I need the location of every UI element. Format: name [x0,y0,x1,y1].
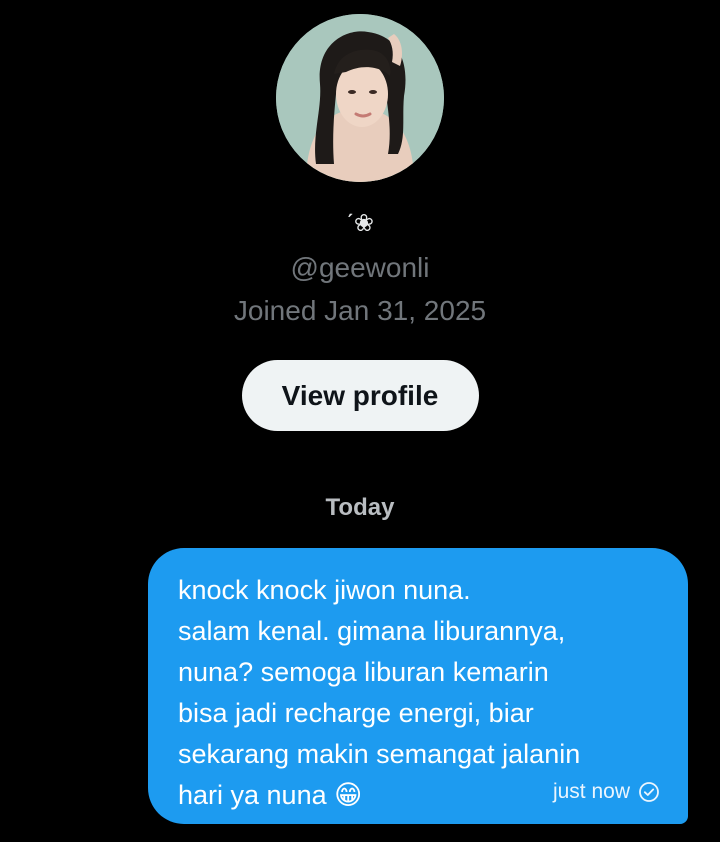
display-name: ˊ❀ [346,208,374,238]
message-bubble[interactable]: knock knock jiwon nuna. salam kenal. gim… [148,548,688,824]
check-circle-icon [638,781,660,803]
display-name-text: ˊ❀ [345,209,375,237]
date-divider: Today [325,494,395,521]
message-meta: just now [553,780,660,804]
joined-date: Joined Jan 31, 2025 [233,295,487,326]
avatar[interactable] [276,14,444,182]
profile-handle: @geewonli [290,252,430,283]
view-profile-button[interactable]: View profile [241,360,479,431]
avatar-image [276,14,444,182]
profile-header: ˊ❀ @geewonli Joined Jan 31, 2025 View pr… [0,0,720,431]
message-timestamp: just now [552,780,630,803]
